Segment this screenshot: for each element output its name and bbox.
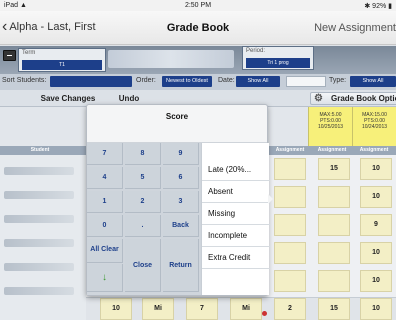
option-extra-credit[interactable]: Extra Credit	[202, 247, 270, 269]
assignment-column-header-3[interactable]: Assignment	[356, 146, 392, 155]
option-late[interactable]: Late (20%...	[202, 159, 270, 181]
collapse-button[interactable]	[3, 50, 16, 61]
popover-title: Score	[87, 105, 267, 143]
type-blank	[286, 76, 326, 87]
sort-students-select[interactable]	[50, 76, 132, 87]
status-bar: iPad ▲ 2:50 PM ✱ 92% ▮	[0, 0, 396, 11]
student-column	[0, 155, 86, 320]
grade-cell[interactable]	[274, 242, 306, 264]
navigation-bar: ‹ Alpha - Last, First Grade Book New Ass…	[0, 11, 396, 45]
score-keypad: 7 8 9 4 5 6 1 2 3 0 . Back All Clear ↓ C…	[87, 143, 201, 295]
bluetooth-icon: ✱	[364, 3, 371, 10]
grade-cell[interactable]: 15	[318, 158, 350, 180]
key-back[interactable]: Back	[163, 215, 199, 237]
type-select[interactable]: Show All	[350, 76, 396, 87]
undo-button[interactable]: Undo	[114, 93, 144, 104]
term-selector[interactable]: Term T1	[18, 48, 106, 72]
assignment-column-header-1[interactable]: Assignment	[272, 146, 308, 155]
date-select[interactable]: Show All	[236, 76, 280, 87]
key-decimal[interactable]: .	[125, 215, 161, 237]
save-changes-button[interactable]: Save Changes	[32, 93, 104, 104]
grade-cell[interactable]	[274, 270, 306, 292]
order-select[interactable]: Newest to Oldest	[162, 76, 212, 87]
options-label: Grade Book Options	[331, 94, 396, 103]
key-6[interactable]: 6	[163, 167, 199, 189]
battery-label: ✱ 92% ▮	[364, 3, 392, 10]
filter-row: Term T1 Period: Tri 1 prog	[0, 46, 396, 74]
period-selector[interactable]: Period: Tri 1 prog	[242, 46, 314, 70]
popover-arrow-icon	[268, 194, 273, 204]
date-label: Date:	[218, 77, 235, 84]
gear-icon: ⚙	[314, 93, 323, 104]
type-label: Type:	[329, 77, 347, 84]
sort-row: Sort Students: Order: Newest to Oldest D…	[0, 74, 396, 90]
student-name[interactable]	[4, 239, 74, 247]
assignment-header-2[interactable]: MAX:15.00 PTS:0.00 10/24/2013	[352, 107, 396, 146]
grade-cell[interactable]: 10	[360, 270, 392, 292]
grade-book-options-button[interactable]: ⚙ Grade Book Options	[310, 92, 396, 105]
score-popover: Score 7 8 9 4 5 6 1 2 3 0 . Back All Cle…	[86, 104, 270, 296]
comment-marker-icon	[262, 311, 267, 316]
key-4[interactable]: 4	[87, 167, 123, 189]
grade-cell[interactable]	[274, 186, 306, 208]
grade-cell[interactable]	[274, 214, 306, 236]
grade-cell[interactable]: Mi	[142, 298, 174, 320]
student-name[interactable]	[4, 263, 74, 271]
order-label: Order:	[136, 77, 156, 84]
key-return[interactable]: Return	[163, 239, 199, 292]
option-missing[interactable]: Missing	[202, 203, 270, 225]
student-name[interactable]	[4, 215, 74, 223]
key-2[interactable]: 2	[125, 191, 161, 213]
grade-cell[interactable]: 9	[360, 214, 392, 236]
key-9[interactable]: 9	[163, 143, 199, 165]
arrow-down-icon: ↓	[102, 272, 107, 283]
key-5[interactable]: 5	[125, 167, 161, 189]
student-name[interactable]	[4, 167, 74, 175]
option-absent[interactable]: Absent	[202, 181, 270, 203]
key-7[interactable]: 7	[87, 143, 123, 165]
period-value: Tri 1 prog	[246, 58, 310, 68]
key-8[interactable]: 8	[125, 143, 161, 165]
grade-cell[interactable]: 10	[360, 158, 392, 180]
grade-cell[interactable]: 10	[360, 298, 392, 320]
term-value: T1	[22, 60, 102, 70]
assignment-header-1[interactable]: MAX:5.00 PTS:0.00 10/25/2013	[308, 107, 352, 146]
grade-cell[interactable]: 10	[360, 186, 392, 208]
grade-cell[interactable]	[274, 158, 306, 180]
grade-cell[interactable]	[318, 186, 350, 208]
key-all-clear[interactable]: All Clear	[87, 239, 123, 263]
student-name[interactable]	[4, 287, 74, 295]
student-name[interactable]	[4, 191, 74, 199]
grade-cell[interactable]: 15	[318, 298, 350, 320]
grade-cell[interactable]	[318, 270, 350, 292]
status-time: 2:50 PM	[184, 2, 212, 9]
key-3[interactable]: 3	[163, 191, 199, 213]
grade-cell[interactable]: 10	[100, 298, 132, 320]
key-1[interactable]: 1	[87, 191, 123, 213]
sort-students-label: Sort Students:	[2, 77, 47, 84]
grade-cell[interactable]: Mi	[230, 298, 262, 320]
student-column-header[interactable]: Student	[20, 146, 60, 155]
grade-cell[interactable]: 2	[274, 298, 306, 320]
enter-down-button[interactable]: ↓	[87, 264, 123, 292]
period-label: Period:	[246, 48, 266, 54]
grade-cell[interactable]: 7	[186, 298, 218, 320]
battery-icon: ▮	[388, 3, 392, 10]
term-label: Term	[22, 50, 36, 56]
grade-cell[interactable]	[318, 214, 350, 236]
assignment-column-header-2[interactable]: Assignment	[314, 146, 350, 155]
class-selector[interactable]	[108, 50, 234, 68]
grade-cell[interactable]: 10	[360, 242, 392, 264]
new-assignment-button[interactable]: New Assignment	[314, 22, 396, 34]
key-close[interactable]: Close	[125, 239, 161, 292]
score-options-list: Late (20%... Absent Missing Incomplete E…	[201, 143, 270, 295]
option-incomplete[interactable]: Incomplete	[202, 225, 270, 247]
key-0[interactable]: 0	[87, 215, 123, 237]
grade-cell[interactable]	[318, 242, 350, 264]
